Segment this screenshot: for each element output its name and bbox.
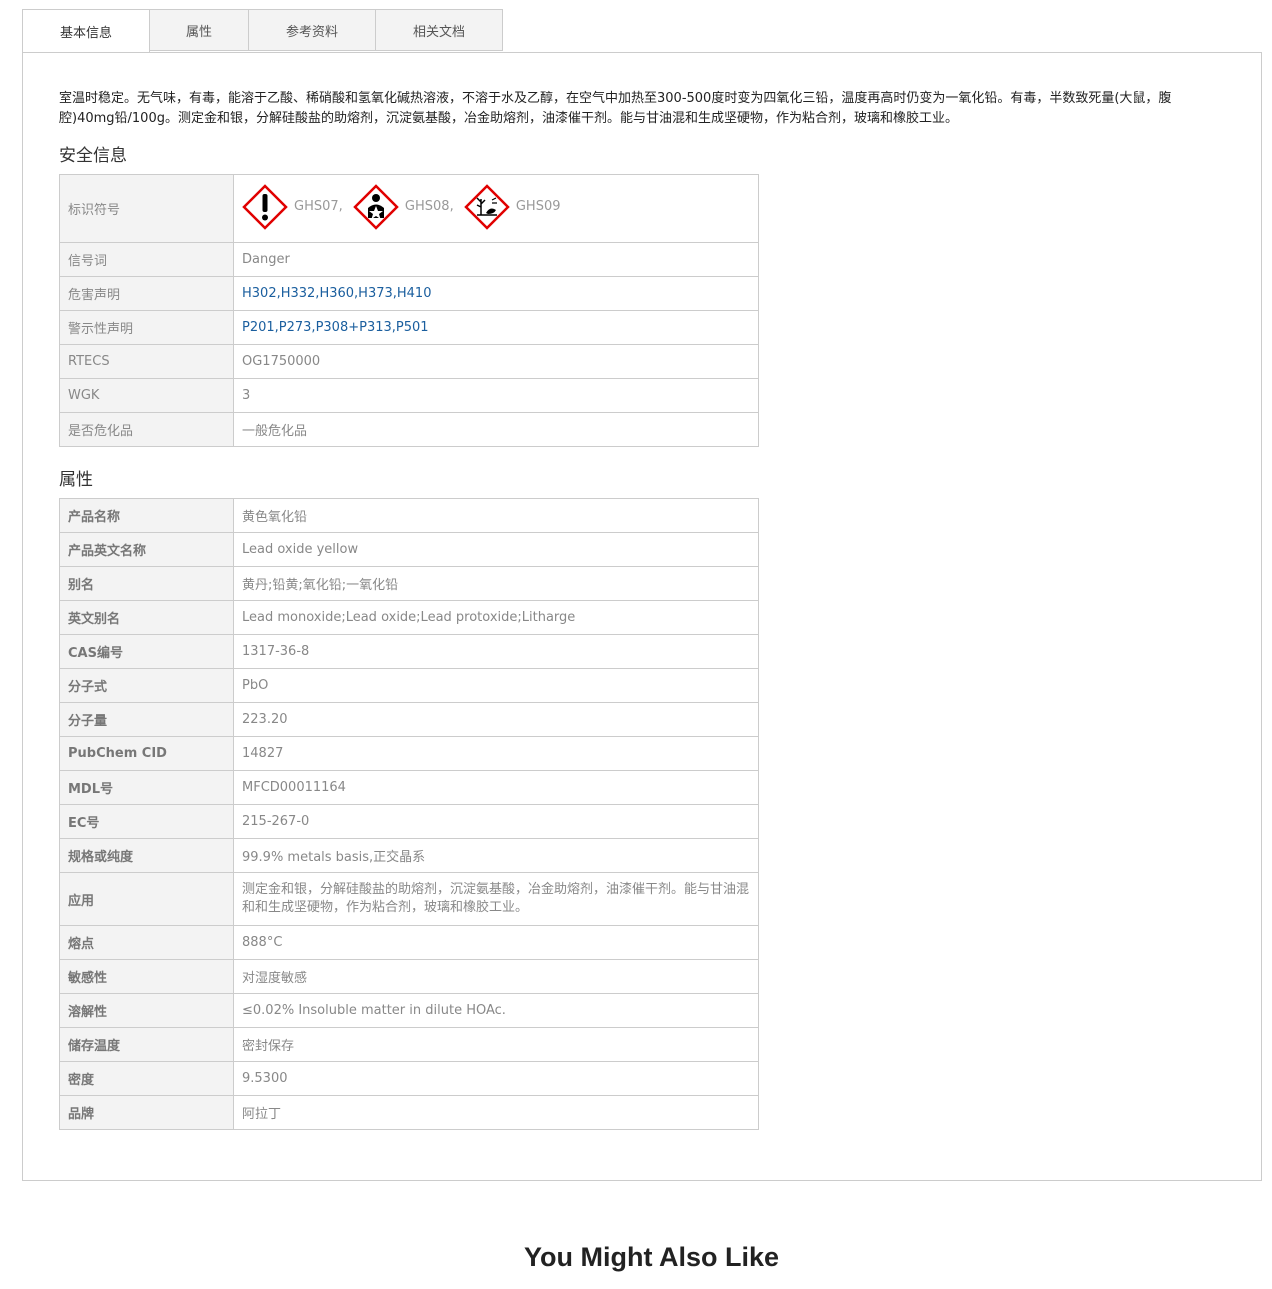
row-value-link[interactable]: H302,H332,H360,H373,H410 — [233, 276, 759, 311]
row-key: 储存温度 — [59, 1027, 234, 1062]
row-value: 888°C — [233, 925, 759, 960]
table-row: 敏感性 对湿度敏感 — [59, 959, 759, 994]
tab-basic-info[interactable]: 基本信息 — [22, 9, 150, 53]
row-key: 敏感性 — [59, 959, 234, 994]
ghs-label: GHS08, — [404, 199, 454, 214]
ghs-09: GHS09 — [464, 183, 561, 230]
row-key: 是否危化品 — [59, 412, 234, 447]
row-key: 别名 — [59, 566, 234, 601]
row-value: Danger — [233, 242, 759, 277]
table-row: 应用 测定金和银，分解硅酸盐的助熔剂，沉淀氨基酸，冶金助熔剂，油漆催干剂。能与甘油… — [59, 872, 759, 926]
row-key: 警示性声明 — [59, 310, 234, 345]
table-row: 警示性声明 P201,P273,P308+P313,P501 — [59, 310, 759, 345]
you-might-also-like-heading: You Might Also Like — [524, 1242, 779, 1272]
table-row: 分子量 223.20 — [59, 702, 759, 737]
row-key: 产品英文名称 — [59, 532, 234, 567]
row-value: 对湿度敏感 — [233, 959, 759, 994]
row-value: Lead oxide yellow — [233, 532, 759, 567]
row-value: 黄色氧化铅 — [233, 498, 759, 533]
table-row: RTECS OG1750000 — [59, 344, 759, 379]
row-key: RTECS — [59, 344, 234, 379]
row-value: PbO — [233, 668, 759, 703]
tab-properties[interactable]: 属性 — [149, 9, 249, 51]
row-value: 99.9% metals basis,正交晶系 — [233, 838, 759, 873]
row-value: ≤0.02% Insoluble matter in dilute HOAc. — [233, 993, 759, 1028]
safety-section-title: 安全信息 — [59, 146, 127, 166]
row-key: 分子量 — [59, 702, 234, 737]
table-row: MDL号 MFCD00011164 — [59, 770, 759, 805]
row-value: OG1750000 — [233, 344, 759, 379]
row-key: 英文别名 — [59, 600, 234, 635]
description-text: 室温时稳定。无气味，有毒，能溶于乙酸、稀硝酸和氢氧化碱热溶液，不溶于水及乙醇，在… — [59, 91, 1172, 126]
row-value: 223.20 — [233, 702, 759, 737]
table-row: 英文别名 Lead monoxide;Lead oxide;Lead protox… — [59, 600, 759, 635]
row-key: 溶解性 — [59, 993, 234, 1028]
row-value: 9.5300 — [233, 1061, 759, 1096]
row-key: 信号词 — [59, 242, 234, 277]
row-key: WGK — [59, 378, 234, 413]
row-value: 215-267-0 — [233, 804, 759, 839]
row-key: 产品名称 — [59, 498, 234, 533]
row-key: EC号 — [59, 804, 234, 839]
tab-references[interactable]: 参考资料 — [248, 9, 376, 51]
table-row: 储存温度 密封保存 — [59, 1027, 759, 1062]
table-row: 熔点 888°C — [59, 925, 759, 960]
row-key: 品牌 — [59, 1095, 234, 1130]
row-value: 测定金和银，分解硅酸盐的助熔剂，沉淀氨基酸，冶金助熔剂，油漆催干剂。能与甘油混和… — [233, 872, 759, 926]
row-key: PubChem CID — [59, 736, 234, 771]
row-value: 1317-36-8 — [233, 634, 759, 669]
ghs-symbols-cell: GHS07, GHS08, GHS09 — [233, 174, 759, 243]
table-row: CAS编号 1317-36-8 — [59, 634, 759, 669]
ghs-label: GHS09 — [515, 199, 561, 214]
properties-section-title: 属性 — [59, 470, 93, 490]
row-value: 14827 — [233, 736, 759, 771]
properties-rows: 产品名称 黄色氧化铅 产品英文名称 Lead oxide yellow 别名 黄丹;铅黄;… — [59, 498, 759, 1130]
table-row: 规格或纯度 99.9% metals basis,正交晶系 — [59, 838, 759, 873]
table-row: PubChem CID 14827 — [59, 736, 759, 771]
row-key: 密度 — [59, 1061, 234, 1096]
safety-rows: 信号词 Danger 危害声明 H302,H332,H360,H373,H410 警示性… — [59, 242, 759, 447]
row-value-link[interactable]: P201,P273,P308+P313,P501 — [233, 310, 759, 345]
row-key: 应用 — [59, 872, 234, 926]
row-key: 分子式 — [59, 668, 234, 703]
table-row: 是否危化品 一般危化品 — [59, 412, 759, 447]
table-row: EC号 215-267-0 — [59, 804, 759, 839]
row-key: CAS编号 — [59, 634, 234, 669]
table-row: 产品英文名称 Lead oxide yellow — [59, 532, 759, 567]
row-key: 规格或纯度 — [59, 838, 234, 873]
row-key: 熔点 — [59, 925, 234, 960]
row-value: MFCD00011164 — [233, 770, 759, 805]
safety-table: 标识符号 GHS07, GHS08, GHS09 信号词 Danger 危害声明… — [59, 174, 759, 447]
row-key: 危害声明 — [59, 276, 234, 311]
table-row: 标识符号 GHS07, GHS08, GHS09 — [59, 174, 759, 243]
table-row: 信号词 Danger — [59, 242, 759, 277]
exclamation-icon — [242, 183, 288, 230]
ghs-07: GHS07, — [242, 183, 343, 230]
tab-panel: 室温时稳定。无气味，有毒，能溶于乙酸、稀硝酸和氢氧化碱热溶液，不溶于水及乙醇，在… — [22, 52, 1262, 1181]
tab-related-docs[interactable]: 相关文档 — [375, 9, 503, 51]
row-value: 密封保存 — [233, 1027, 759, 1062]
ghs-08: GHS08, — [353, 183, 454, 230]
row-value: 阿拉丁 — [233, 1095, 759, 1130]
table-row: 溶解性 ≤0.02% Insoluble matter in dilute HOA… — [59, 993, 759, 1028]
environment-icon — [464, 183, 510, 230]
row-key: MDL号 — [59, 770, 234, 805]
tab-bar: 基本信息 属性 参考资料 相关文档 — [22, 9, 503, 53]
table-row: 别名 黄丹;铅黄;氧化铅;一氧化铅 — [59, 566, 759, 601]
table-row: 分子式 PbO — [59, 668, 759, 703]
properties-table: 产品名称 黄色氧化铅 产品英文名称 Lead oxide yellow 别名 黄丹;铅黄;… — [59, 498, 759, 1130]
table-row: 危害声明 H302,H332,H360,H373,H410 — [59, 276, 759, 311]
health-hazard-icon — [353, 183, 399, 230]
row-key: 标识符号 — [59, 174, 234, 243]
row-value: 3 — [233, 378, 759, 413]
row-value: 黄丹;铅黄;氧化铅;一氧化铅 — [233, 566, 759, 601]
table-row: 品牌 阿拉丁 — [59, 1095, 759, 1130]
row-value: 一般危化品 — [233, 412, 759, 447]
table-row: WGK 3 — [59, 378, 759, 413]
row-value: Lead monoxide;Lead oxide;Lead protoxide;… — [233, 600, 759, 635]
table-row: 密度 9.5300 — [59, 1061, 759, 1096]
table-row: 产品名称 黄色氧化铅 — [59, 498, 759, 533]
ghs-label: GHS07, — [294, 199, 343, 214]
